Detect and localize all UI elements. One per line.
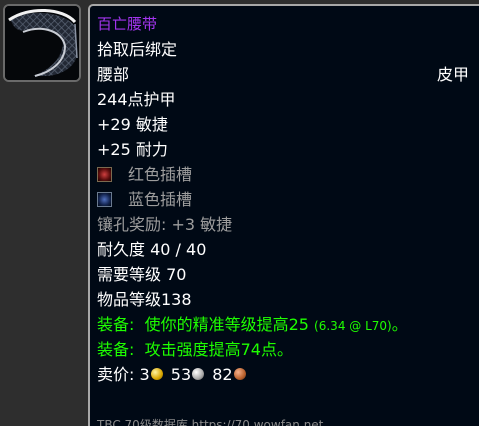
item-icon-frame[interactable] xyxy=(3,4,81,82)
binding-text: 拾取后绑定 xyxy=(97,40,178,59)
copper-coin-icon xyxy=(233,368,246,380)
equip-prefix: 装备: xyxy=(97,315,135,334)
item-tooltip-page: 百亡腰带 拾取后绑定 腰部 皮甲 244点护甲 +29 敏捷 +25 耐力 红色… xyxy=(0,0,479,426)
slot-label: 腰部 xyxy=(97,65,130,84)
equip-text: 使你的精准等级提高25 xyxy=(144,315,309,334)
required-level: 需要等级 70 xyxy=(97,265,187,284)
armor-type-label: 皮甲 xyxy=(436,65,469,84)
socket-blue-label: 蓝色插槽 xyxy=(128,190,193,209)
copper-amount: 82 xyxy=(212,365,233,384)
item-tooltip: 百亡腰带 拾取后绑定 腰部 皮甲 244点护甲 +29 敏捷 +25 耐力 红色… xyxy=(88,4,479,426)
socket-red-row: 红色插槽 xyxy=(97,162,479,187)
leather-belt-icon xyxy=(5,6,79,80)
equip-effect-expertise: 装备: 使你的精准等级提高25 (6.34 @ L70)。 xyxy=(97,312,479,337)
equip-suffix: 。 xyxy=(391,315,408,334)
socket-bonus: 镶孔奖励: +3 敏捷 xyxy=(97,215,233,234)
stat-stamina: +25 耐力 xyxy=(97,140,168,159)
sell-price-label: 卖价: xyxy=(97,365,135,384)
socket-blue-row: 蓝色插槽 xyxy=(97,187,479,212)
gold-coin-icon xyxy=(150,368,163,380)
equip-prefix: 装备: xyxy=(97,340,135,359)
equip-text: 攻击强度提高74点。 xyxy=(144,340,293,359)
socket-red-label: 红色插槽 xyxy=(128,165,193,184)
red-socket-icon xyxy=(97,167,112,182)
stat-agility: +29 敏捷 xyxy=(97,115,168,134)
equip-detail: (6.34 @ L70) xyxy=(314,319,392,333)
slot-row: 腰部 皮甲 xyxy=(97,62,479,87)
blue-socket-icon xyxy=(97,192,112,207)
gold-amount: 3 xyxy=(139,365,150,384)
sell-price-row: 卖价: 3 53 82 xyxy=(97,362,479,387)
database-footer[interactable]: TBC 70级数据库 https://70.wowfan.net xyxy=(97,416,323,426)
silver-coin-icon xyxy=(192,368,205,380)
silver-amount: 53 xyxy=(170,365,192,384)
item-level: 物品等级138 xyxy=(97,290,192,309)
equip-effect-attack-power: 装备: 攻击强度提高74点。 xyxy=(97,337,479,362)
item-name[interactable]: 百亡腰带 xyxy=(97,12,479,37)
durability: 耐久度 40 / 40 xyxy=(97,240,207,259)
armor-value: 244点护甲 xyxy=(97,90,176,109)
